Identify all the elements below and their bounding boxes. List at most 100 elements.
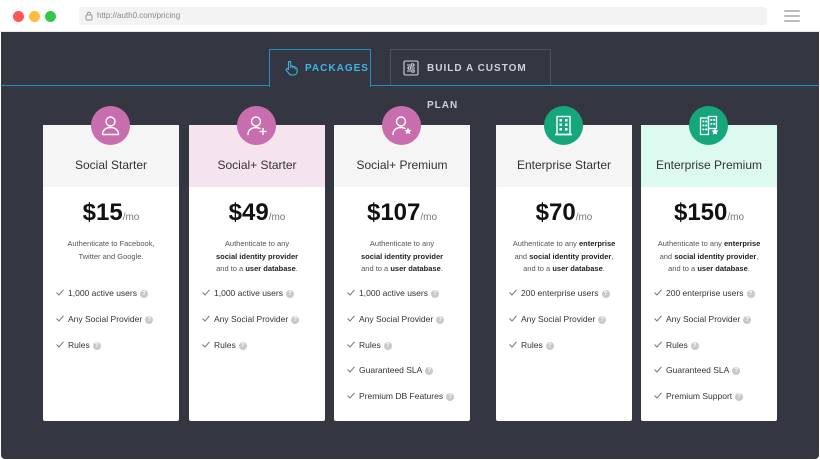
feature-item: 200 enterprise users?: [509, 288, 629, 314]
description-text: Authenticate to any: [369, 239, 435, 248]
feature-item: Rules?: [56, 340, 176, 366]
feature-item: Rules?: [509, 340, 629, 366]
help-icon[interactable]: ?: [690, 341, 699, 350]
feature-item: Premium DB Features?: [347, 391, 467, 417]
help-icon[interactable]: ?: [436, 315, 445, 324]
plan-name: Social Starter: [74, 158, 148, 172]
plan-card-enterprise-premium[interactable]: Enterprise Premium $150/mo Authenticate …: [641, 106, 777, 421]
check-icon: [347, 392, 355, 399]
plan-description: Authenticate to any enterprise and socia…: [504, 238, 624, 276]
plan-card-header: Enterprise Starter: [496, 106, 632, 187]
description-text: Twitter and Google.: [78, 251, 144, 261]
check-icon: [654, 366, 662, 374]
description-emphasis: social identity provider: [215, 251, 299, 261]
description-emphasis: enterprise: [579, 239, 616, 248]
help-icon[interactable]: ?: [545, 341, 554, 350]
check-icon: [654, 289, 662, 296]
close-window-button[interactable]: [13, 11, 24, 22]
description-emphasis: user database: [245, 264, 296, 273]
tab-build-custom-plan-label: BUILD A CUSTOM PLAN: [427, 63, 527, 111]
hamburger-menu-icon[interactable]: [784, 10, 800, 22]
browser-titlebar: http://auth0.com/pricing: [0, 0, 820, 32]
description-emphasis: enterprise: [724, 239, 761, 248]
address-bar[interactable]: http://auth0.com/pricing: [79, 7, 767, 25]
feature-item: Any Social Provider?: [202, 314, 322, 340]
user-star-icon: [392, 116, 412, 136]
feature-label: Rules: [359, 339, 381, 350]
help-icon[interactable]: ?: [446, 393, 455, 402]
price-amount: $49: [228, 199, 269, 226]
description-text: ,: [611, 251, 614, 261]
help-icon[interactable]: ?: [92, 341, 101, 350]
description-emphasis: social identity provider: [529, 251, 612, 261]
help-icon[interactable]: ?: [139, 290, 148, 298]
feature-item: Rules?: [654, 340, 774, 366]
plan-card-social-starter[interactable]: Social Starter $15/mo Authenticate to Fa…: [43, 106, 179, 421]
feature-label: Guaranteed SLA: [359, 365, 423, 376]
feature-label: 1,000 active users: [214, 288, 283, 298]
check-icon: [509, 341, 517, 348]
feature-label: Rules: [214, 339, 236, 350]
help-icon[interactable]: ?: [732, 367, 741, 376]
browser-window: http://auth0.com/pricing PACKAGES BUILD …: [0, 0, 820, 460]
check-icon: [509, 315, 517, 322]
plan-name: Enterprise Premium: [655, 158, 763, 172]
tab-build-custom-plan[interactable]: BUILD A CUSTOM PLAN: [390, 49, 551, 111]
description-text: ,: [756, 251, 759, 261]
help-icon[interactable]: ?: [291, 315, 300, 324]
description-emphasis: user database: [390, 264, 441, 273]
feature-label: 200 enterprise users: [521, 288, 599, 298]
feature-item: Any Social Provider?: [347, 314, 467, 340]
check-icon: [347, 289, 355, 296]
help-icon[interactable]: ?: [145, 315, 154, 324]
help-icon[interactable]: ?: [285, 290, 294, 298]
plan-name: Social+ Premium: [356, 158, 448, 172]
plan-price: $70/mo: [496, 199, 632, 227]
check-icon: [56, 289, 64, 296]
price-amount: $150: [673, 199, 728, 226]
user-plus-icon: [247, 116, 267, 136]
feature-item: Guaranteed SLA?: [654, 365, 774, 391]
price-amount: $70: [535, 199, 576, 226]
help-icon[interactable]: ?: [746, 290, 755, 298]
feature-item: Rules?: [202, 340, 322, 366]
plan-badge: [382, 106, 421, 145]
sliders-icon: [403, 60, 419, 76]
check-icon: [347, 315, 355, 322]
pricing-page: PACKAGES BUILD A CUSTOM PLAN Social Star…: [1, 32, 819, 459]
help-icon[interactable]: ?: [425, 367, 434, 376]
feature-item: 200 enterprise users?: [654, 288, 774, 314]
price-amount: $15: [82, 199, 123, 226]
description-text: .: [440, 264, 443, 273]
help-icon[interactable]: ?: [238, 341, 247, 350]
help-icon[interactable]: ?: [601, 290, 610, 298]
maximize-window-button[interactable]: [45, 11, 56, 22]
feature-list: 1,000 active users? Any Social Provider?…: [347, 288, 467, 417]
feature-list: 200 enterprise users? Any Social Provide…: [654, 288, 774, 417]
hand-pointer-icon: [285, 60, 298, 76]
help-icon[interactable]: ?: [383, 341, 392, 350]
plan-card-social-plus-starter[interactable]: Social+ Starter $49/mo Authenticate to a…: [189, 106, 325, 421]
plan-badge: [237, 106, 276, 145]
description-text: and to a: [523, 264, 551, 273]
feature-item: Guaranteed SLA?: [347, 365, 467, 391]
plan-card-enterprise-starter[interactable]: Enterprise Starter $70/mo Authenticate t…: [496, 106, 632, 421]
help-icon[interactable]: ?: [735, 393, 744, 402]
help-icon[interactable]: ?: [430, 290, 439, 298]
tab-packages[interactable]: PACKAGES: [269, 49, 371, 87]
feature-item: Premium Support?: [654, 391, 774, 417]
feature-label: Any Social Provider: [359, 313, 434, 324]
help-icon[interactable]: ?: [598, 315, 607, 324]
description-text: .: [602, 264, 605, 273]
description-text: and to a: [668, 264, 696, 273]
check-icon: [347, 341, 355, 348]
description-text: Authenticate to Facebook,: [67, 239, 155, 248]
help-icon[interactable]: ?: [743, 315, 752, 324]
check-icon: [654, 315, 662, 322]
buildings-star-icon: [699, 115, 719, 136]
minimize-window-button[interactable]: [29, 11, 40, 22]
feature-label: Any Social Provider: [666, 313, 741, 324]
description-text: and: [659, 251, 673, 261]
plan-card-social-plus-premium[interactable]: Social+ Premium $107/mo Authenticate to …: [334, 106, 470, 421]
feature-item: Any Social Provider?: [56, 314, 176, 340]
